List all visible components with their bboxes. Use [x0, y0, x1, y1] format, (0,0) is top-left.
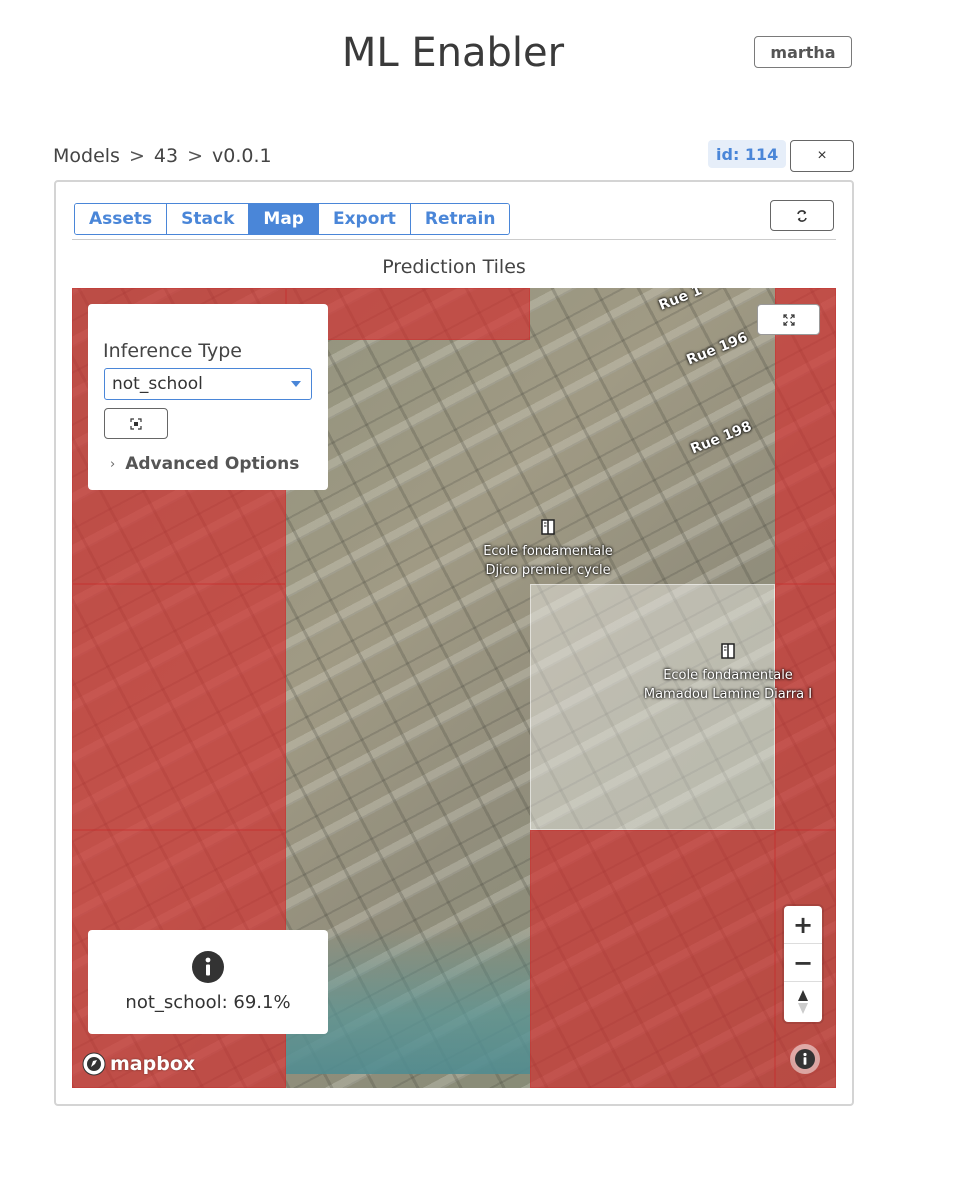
tile-info-text: not_school: 69.1% [125, 992, 291, 1013]
tile-info-card: not_school: 69.1% [88, 930, 328, 1034]
fullscreen-icon [782, 313, 795, 326]
user-button[interactable]: martha [754, 36, 852, 68]
section-title: Prediction Tiles [382, 256, 526, 278]
refresh-icon [797, 209, 807, 222]
chevron-down-icon [291, 381, 301, 387]
school-icon [721, 643, 735, 659]
poi-name: Ecole fondamentale [663, 668, 793, 683]
prediction-tile[interactable] [775, 584, 836, 830]
tab-export[interactable]: Export [318, 204, 411, 234]
poi-school[interactable]: Ecole fondamentale Djico premier cycle [478, 518, 618, 580]
tab-divider [72, 239, 836, 240]
focus-button[interactable] [104, 408, 168, 439]
poi-name: Djico premier cycle [485, 563, 611, 578]
compass-icon [798, 990, 808, 1014]
tab-stack[interactable]: Stack [167, 204, 250, 234]
breadcrumb-separator: > [128, 145, 145, 167]
fullscreen-button[interactable] [757, 304, 820, 335]
zoom-controls: + − [784, 906, 822, 1022]
compass-button[interactable] [784, 983, 822, 1021]
breadcrumb-separator: > [187, 145, 203, 167]
breadcrumb-models[interactable]: Models [53, 145, 120, 167]
poi-school[interactable]: Ecole fondamentale Mamadou Lamine Diarra… [638, 642, 818, 704]
inference-type-select[interactable]: not_school [104, 368, 312, 400]
mapbox-logo-icon [82, 1052, 106, 1076]
breadcrumb-model-id[interactable]: 43 [154, 145, 178, 167]
refresh-button[interactable] [770, 200, 834, 231]
poi-name: Mamadou Lamine Diarra I [643, 687, 813, 702]
focus-icon [130, 417, 142, 430]
zoom-in-button[interactable]: + [784, 906, 822, 944]
zoom-out-button[interactable]: − [784, 944, 822, 982]
close-icon: × [817, 147, 827, 164]
prediction-tile[interactable] [530, 830, 775, 1088]
info-icon [192, 951, 224, 983]
map-view[interactable]: Rue 1 Rue 196 Rue 198 Ecole fondamentale… [72, 288, 836, 1088]
inference-type-label: Inference Type [103, 340, 242, 362]
close-button[interactable]: × [790, 140, 854, 172]
map-controls-card: Inference Type not_school › Advanced Opt… [88, 304, 328, 490]
prediction-panel: Assets Stack Map Export Retrain Predicti… [54, 180, 854, 1106]
breadcrumb-version: v0.0.1 [211, 145, 272, 167]
advanced-options-label: Advanced Options [125, 454, 300, 474]
advanced-options-toggle[interactable]: › Advanced Options [110, 454, 299, 474]
prediction-tile-selected[interactable] [530, 584, 775, 830]
tab-assets[interactable]: Assets [75, 204, 168, 234]
attribution-button[interactable] [790, 1044, 820, 1074]
tab-map[interactable]: Map [249, 204, 319, 234]
prediction-tile[interactable] [72, 584, 286, 830]
school-icon [541, 519, 555, 535]
mapbox-logo[interactable]: mapbox [82, 1052, 195, 1076]
breadcrumb: Models > 43 > v0.0.1 [53, 145, 272, 167]
chevron-right-icon: › [110, 456, 116, 472]
poi-name: Ecole fondamentale [483, 544, 613, 559]
tab-retrain[interactable]: Retrain [410, 204, 510, 234]
info-icon [795, 1049, 815, 1069]
mapbox-logo-text: mapbox [110, 1053, 196, 1075]
tab-bar: Assets Stack Map Export Retrain [74, 203, 511, 235]
inference-type-value: not_school [112, 374, 203, 394]
prediction-id-badge: id: 114 [708, 140, 787, 168]
